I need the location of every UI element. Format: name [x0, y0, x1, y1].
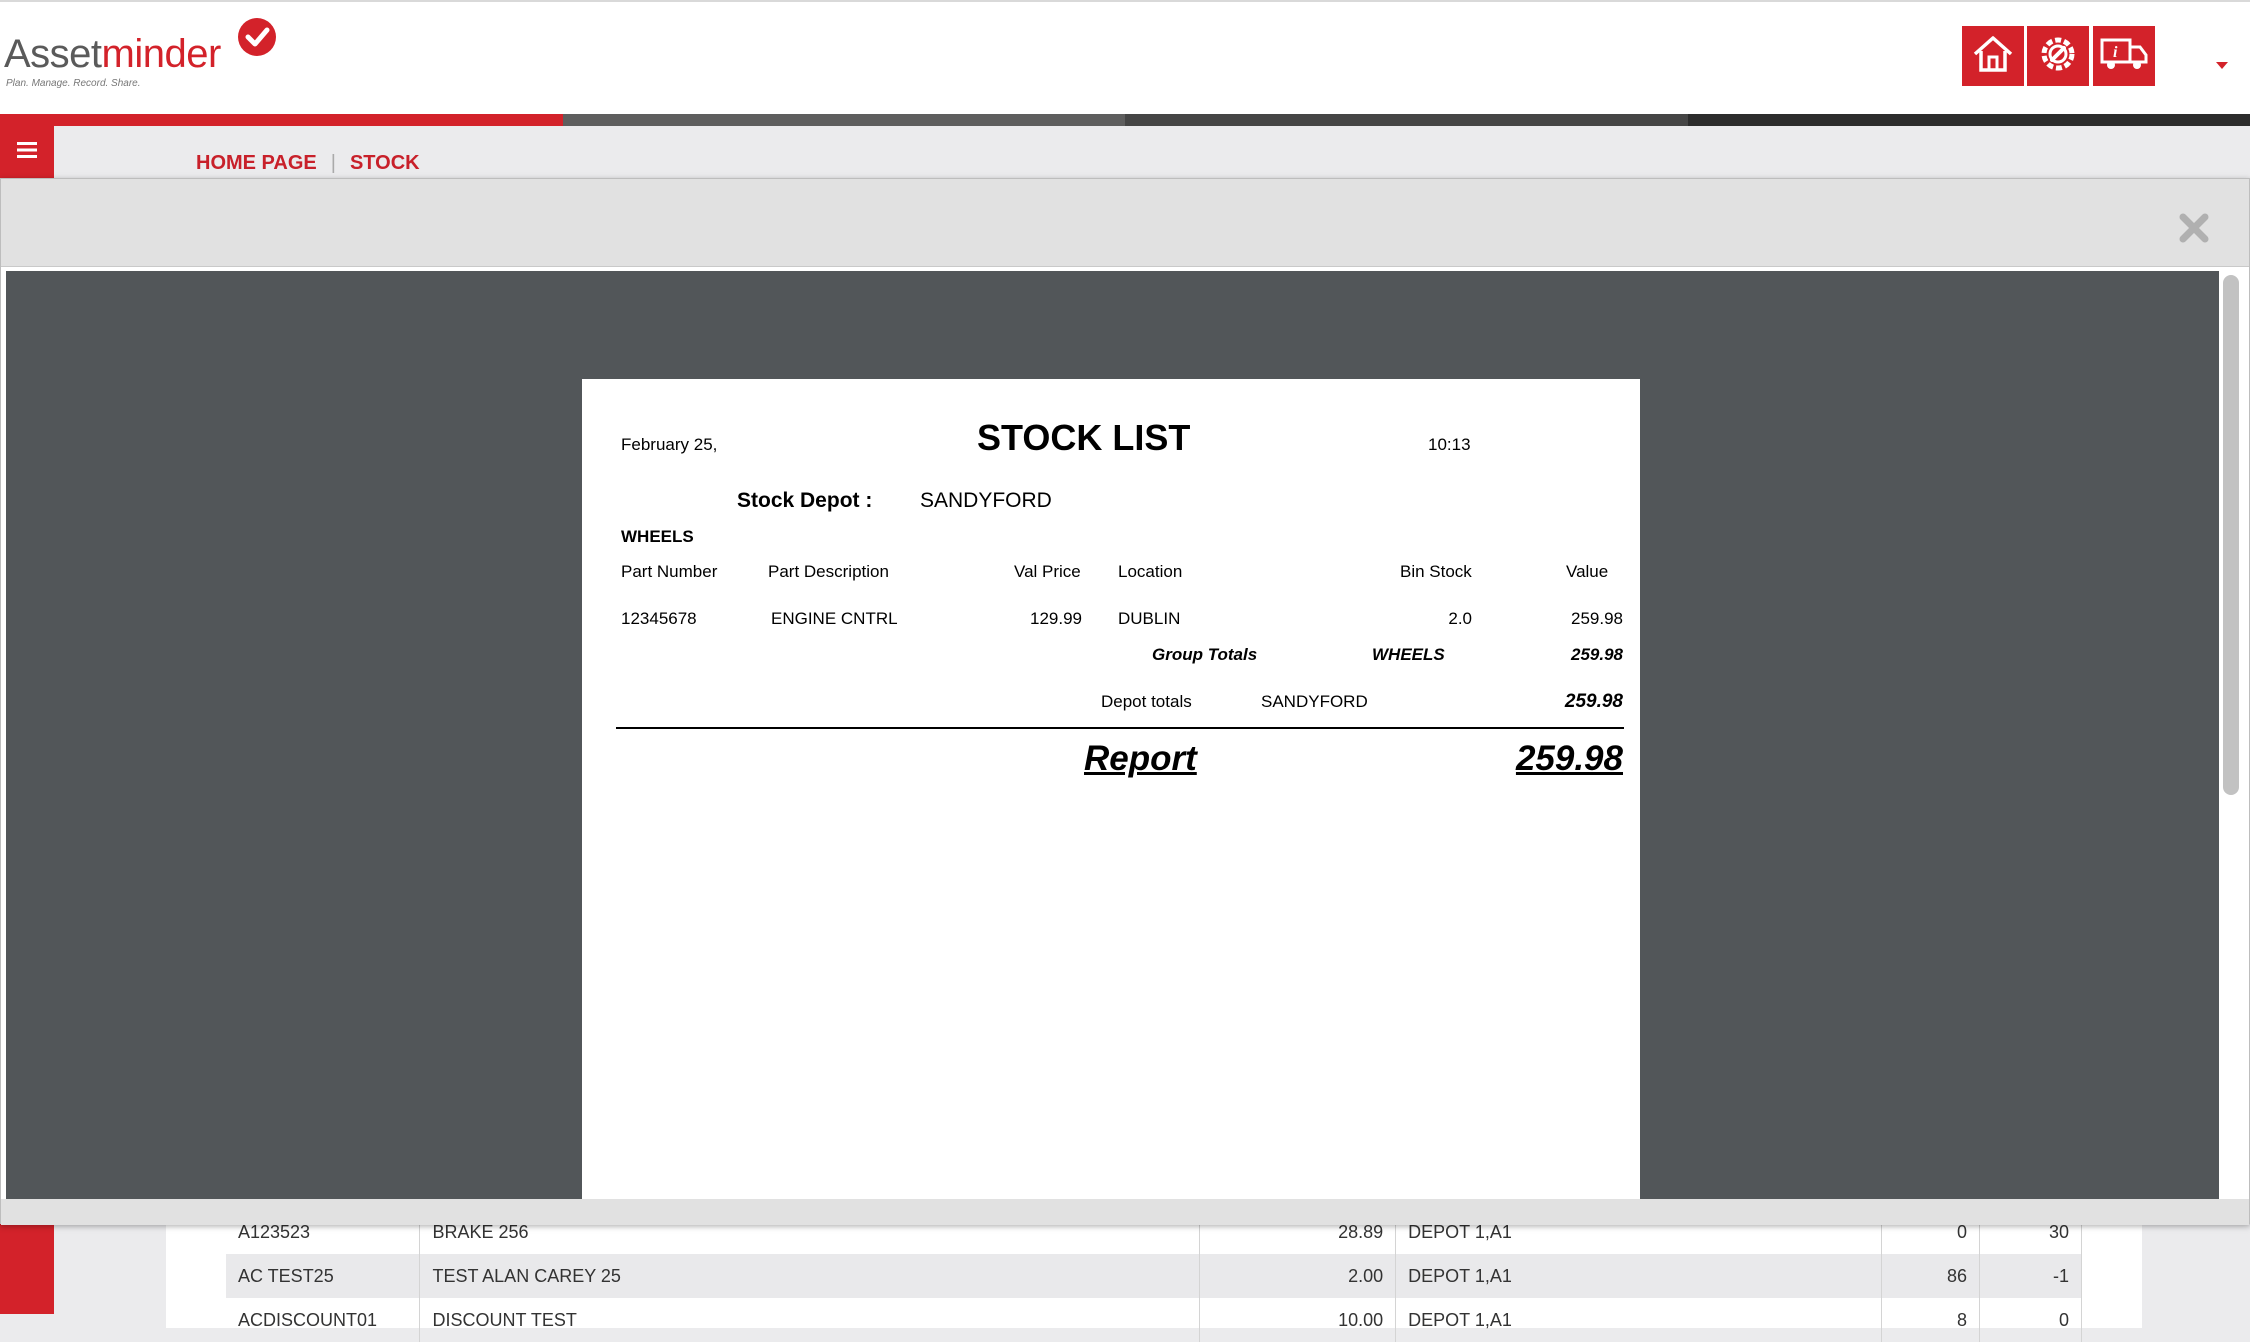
home-button[interactable] — [1962, 26, 2024, 86]
report-preview-modal: February 25, STOCK LIST 10:13 Stock Depo… — [0, 178, 2250, 1224]
report-page: February 25, STOCK LIST 10:13 Stock Depo… — [582, 379, 1640, 1199]
row-description: ENGINE CNTRL — [771, 609, 898, 629]
report-total-label: Report — [1084, 739, 1197, 779]
table-cell-qty: -1 — [1979, 1254, 2081, 1298]
breadcrumb-separator: | — [331, 152, 336, 175]
row-location: DUBLIN — [1118, 609, 1180, 629]
stock-table: A123523 BRAKE 256 28.89 DEPOT 1,A1 0 30 … — [226, 1210, 2082, 1342]
depot-totals-name: SANDYFORD — [1261, 692, 1368, 712]
column-header-value: Value — [1566, 562, 1608, 582]
vehicle-info-button[interactable]: i — [2093, 26, 2155, 86]
report-total-value: 259.98 — [1516, 739, 1623, 779]
breadcrumb-home-link[interactable]: HOME PAGE — [196, 152, 317, 175]
svg-text:i: i — [2113, 44, 2118, 61]
row-value: 259.98 — [1571, 609, 1623, 629]
table-cell-qty: 86 — [1882, 1254, 1980, 1298]
truck-info-icon: i — [2099, 34, 2149, 79]
depot-value: SANDYFORD — [920, 489, 1052, 513]
close-icon — [2178, 212, 2210, 249]
home-icon — [1971, 33, 2015, 80]
report-time: 10:13 — [1428, 435, 1471, 455]
group-totals-name: WHEELS — [1372, 645, 1445, 665]
report-date: February 25, — [621, 435, 717, 455]
table-cell-price: 2.00 — [1200, 1254, 1396, 1298]
table-cell-code: ACDISCOUNT01 — [226, 1298, 420, 1342]
group-totals-label: Group Totals — [1152, 645, 1257, 665]
gear-wrench-icon — [2036, 32, 2080, 81]
checkmark-icon — [238, 18, 276, 56]
modal-header — [1, 179, 2249, 267]
table-cell-code: AC TEST25 — [226, 1254, 420, 1298]
table-row[interactable]: ACDISCOUNT01 DISCOUNT TEST 10.00 DEPOT 1… — [226, 1298, 2082, 1342]
app-header: Assetminder Plan. Manage. Record. Share.… — [0, 0, 2250, 114]
user-menu-dropdown-icon[interactable] — [2216, 62, 2228, 69]
table-cell-location: DEPOT 1,A1 — [1396, 1254, 1882, 1298]
pdf-viewer[interactable]: February 25, STOCK LIST 10:13 Stock Depo… — [6, 271, 2219, 1199]
table-cell-location: DEPOT 1,A1 — [1396, 1298, 1882, 1342]
group-heading: WHEELS — [621, 527, 694, 547]
color-bar-segment — [0, 114, 563, 126]
table-cell-price: 10.00 — [1200, 1298, 1396, 1342]
close-modal-button[interactable] — [2177, 213, 2211, 247]
logo-tagline: Plan. Manage. Record. Share. — [6, 78, 141, 89]
hamburger-menu-button[interactable] — [0, 126, 54, 178]
row-val-price: 129.99 — [1030, 609, 1082, 629]
depot-totals-value: 259.98 — [1565, 691, 1623, 713]
column-header-part-number: Part Number — [621, 562, 717, 582]
row-bin-stock: 2.0 — [1448, 609, 1472, 629]
breadcrumb: HOME PAGE | STOCK — [196, 152, 420, 175]
column-header-location: Location — [1118, 562, 1182, 582]
breadcrumb-current[interactable]: STOCK — [350, 152, 420, 175]
table-cell-description: DISCOUNT TEST — [420, 1298, 1200, 1342]
table-cell-qty: 8 — [1882, 1298, 1980, 1342]
table-cell-description: TEST ALAN CAREY 25 — [420, 1254, 1200, 1298]
section-color-bar — [0, 114, 2250, 126]
color-bar-segment — [563, 114, 1126, 126]
report-title: STOCK LIST — [977, 417, 1190, 459]
color-bar-segment — [1125, 114, 1688, 126]
hamburger-icon — [17, 142, 37, 163]
group-totals-value: 259.98 — [1571, 645, 1623, 665]
logo-text-part1: Asset — [4, 32, 102, 76]
column-header-val-price: Val Price — [1014, 562, 1081, 582]
color-bar-segment — [1688, 114, 2250, 126]
viewer-scrollbar-thumb[interactable] — [2223, 275, 2239, 795]
logo-text: Assetminder — [4, 32, 221, 77]
column-header-part-description: Part Description — [768, 562, 889, 582]
settings-button[interactable] — [2027, 26, 2089, 86]
table-row[interactable]: AC TEST25 TEST ALAN CAREY 25 2.00 DEPOT … — [226, 1254, 2082, 1298]
depot-label: Stock Depot : — [737, 489, 872, 513]
totals-divider — [616, 727, 1624, 729]
assetminder-logo[interactable]: Assetminder Plan. Manage. Record. Share. — [4, 32, 284, 92]
column-header-bin-stock: Bin Stock — [1400, 562, 1472, 582]
modal-footer — [1, 1199, 2249, 1225]
table-cell-qty: 0 — [1979, 1298, 2081, 1342]
depot-totals-label: Depot totals — [1101, 692, 1192, 712]
logo-text-part2: minder — [102, 32, 221, 76]
row-part-number: 12345678 — [621, 609, 697, 629]
